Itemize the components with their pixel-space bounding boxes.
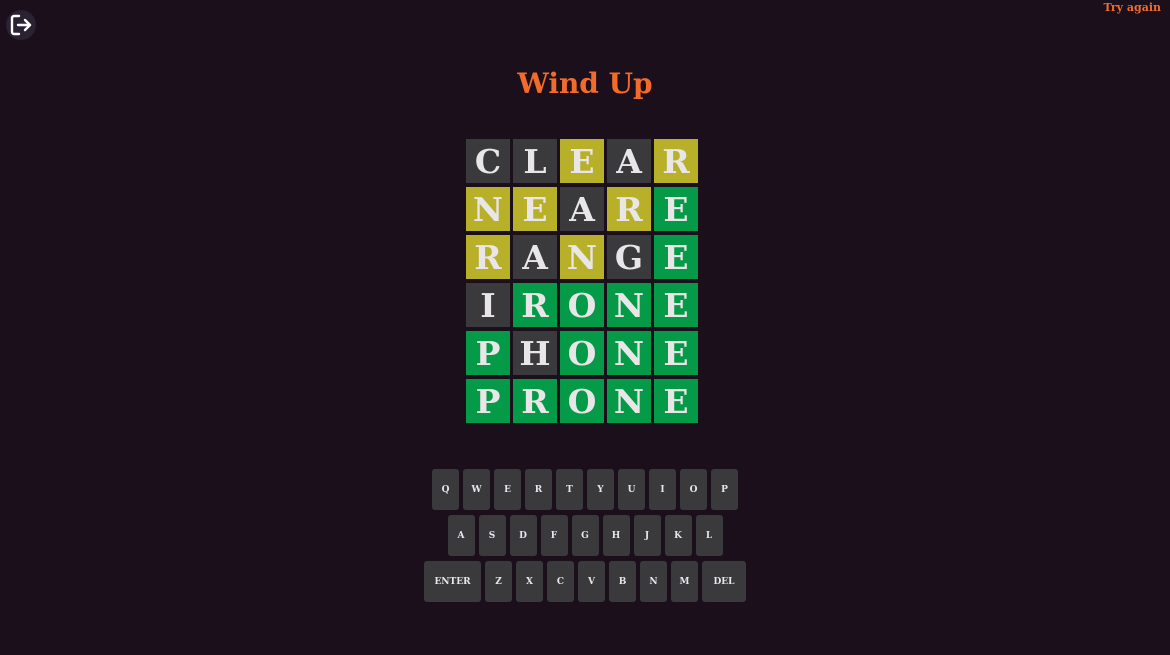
board-tile: E	[654, 283, 698, 327]
board-tile: E	[654, 331, 698, 375]
on-screen-keyboard: Q W E R T Y U I O P A S D F G H J K L ENTER Z X C V B N M DEL	[0, 469, 1170, 607]
board-row: NEARE	[466, 187, 703, 231]
board-tile: A	[560, 187, 604, 231]
board-row: PHONE	[466, 331, 703, 375]
board-tile: E	[654, 379, 698, 423]
key-del[interactable]: DEL	[702, 561, 746, 602]
game-screen: Try again Wind Up CLEARNEARERANGEIRONEPH…	[0, 0, 1170, 655]
game-board: CLEARNEARERANGEIRONEPHONEPRONE	[466, 139, 703, 427]
board-tile: R	[654, 139, 698, 183]
try-again-link[interactable]: Try again	[1103, 1, 1161, 14]
board-tile: P	[466, 331, 510, 375]
key-l[interactable]: L	[695, 515, 723, 556]
key-a[interactable]: A	[447, 515, 475, 556]
board-row: RANGE	[466, 235, 703, 279]
board-row: IRONE	[466, 283, 703, 327]
keyboard-row: ASDFGHJKL	[0, 515, 1170, 556]
key-m[interactable]: M	[671, 561, 698, 602]
board-tile: E	[513, 187, 557, 231]
key-q[interactable]: Q	[432, 469, 459, 510]
board-tile: H	[513, 331, 557, 375]
key-s[interactable]: S	[478, 515, 506, 556]
board-tile: N	[560, 235, 604, 279]
board-tile: N	[466, 187, 510, 231]
board-row: CLEAR	[466, 139, 703, 183]
key-d[interactable]: D	[509, 515, 537, 556]
board-tile: O	[560, 379, 604, 423]
board-tile: E	[654, 187, 698, 231]
key-e[interactable]: E	[494, 469, 521, 510]
key-o[interactable]: O	[680, 469, 707, 510]
key-n[interactable]: N	[640, 561, 667, 602]
key-j[interactable]: J	[633, 515, 661, 556]
page-title: Wind Up	[517, 67, 653, 100]
board-tile: C	[466, 139, 510, 183]
key-w[interactable]: W	[463, 469, 490, 510]
board-tile: A	[513, 235, 557, 279]
keyboard-row: QWERTYUIOP	[0, 469, 1170, 510]
board-tile: O	[560, 283, 604, 327]
key-r[interactable]: R	[525, 469, 552, 510]
board-tile: N	[607, 283, 651, 327]
board-tile: E	[560, 139, 604, 183]
key-c[interactable]: C	[547, 561, 574, 602]
board-tile: N	[607, 331, 651, 375]
key-enter[interactable]: ENTER	[424, 561, 481, 602]
keyboard-row: ENTER Z X C V B N M DEL	[0, 561, 1170, 602]
exit-button[interactable]	[6, 10, 36, 40]
board-tile: E	[654, 235, 698, 279]
key-u[interactable]: U	[618, 469, 645, 510]
key-z[interactable]: Z	[485, 561, 512, 602]
key-i[interactable]: I	[649, 469, 676, 510]
board-tile: A	[607, 139, 651, 183]
board-tile: G	[607, 235, 651, 279]
board-tile: O	[560, 331, 604, 375]
board-tile: P	[466, 379, 510, 423]
board-tile: R	[513, 283, 557, 327]
key-t[interactable]: T	[556, 469, 583, 510]
board-tile: I	[466, 283, 510, 327]
key-v[interactable]: V	[578, 561, 605, 602]
board-tile: R	[466, 235, 510, 279]
key-p[interactable]: P	[711, 469, 738, 510]
key-y[interactable]: Y	[587, 469, 614, 510]
board-tile: L	[513, 139, 557, 183]
key-b[interactable]: B	[609, 561, 636, 602]
key-x[interactable]: X	[516, 561, 543, 602]
key-h[interactable]: H	[602, 515, 630, 556]
board-tile: N	[607, 379, 651, 423]
key-k[interactable]: K	[664, 515, 692, 556]
key-f[interactable]: F	[540, 515, 568, 556]
board-tile: R	[607, 187, 651, 231]
board-row: PRONE	[466, 379, 703, 423]
exit-icon	[10, 14, 32, 36]
key-g[interactable]: G	[571, 515, 599, 556]
board-tile: R	[513, 379, 557, 423]
